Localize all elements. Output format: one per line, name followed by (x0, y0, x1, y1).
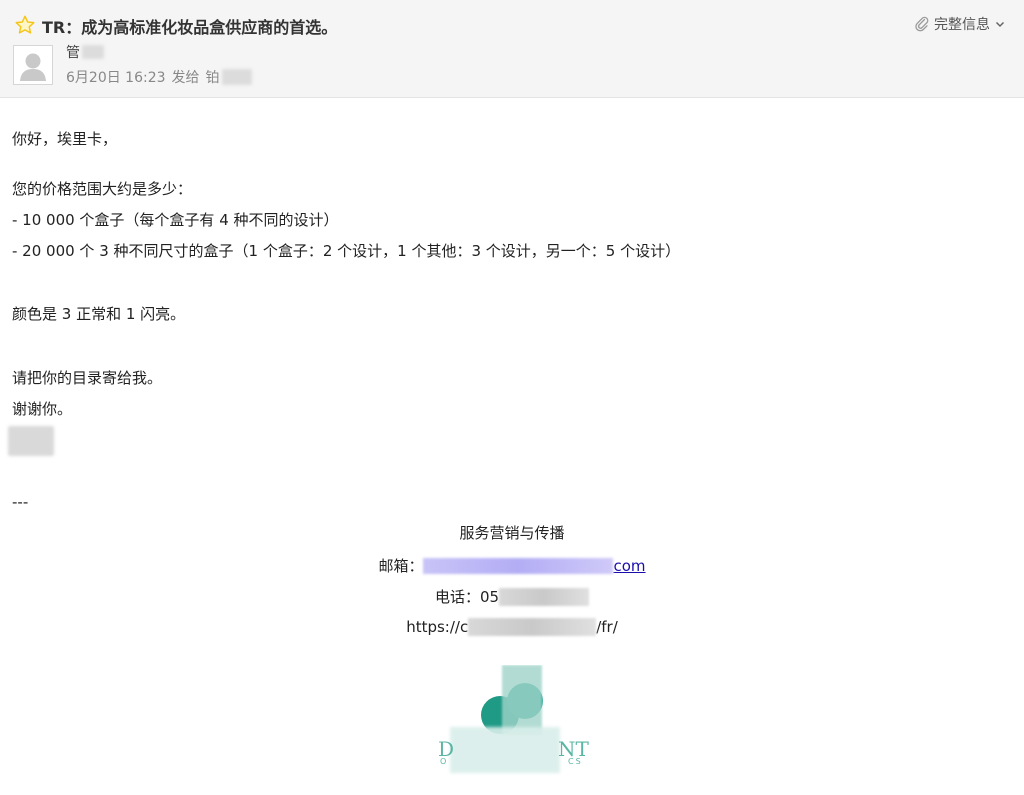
redacted-url (468, 618, 597, 636)
email-link[interactable]: com (613, 557, 645, 575)
separator: --- (12, 493, 29, 511)
logo-sub-left: O (440, 757, 449, 766)
body-line: 谢谢你。 (12, 400, 73, 418)
full-info-label: 完整信息 (934, 17, 990, 33)
signature-title: 服务营销与传播 (459, 524, 565, 542)
email-meta: 6月20日 16:23 发给 铂 (66, 67, 252, 87)
redacted-name (8, 426, 54, 456)
body-line: 请把你的目录寄给我。 (12, 369, 163, 387)
full-info-button[interactable]: 完整信息 (914, 14, 1006, 34)
sender-name[interactable]: 管 (66, 42, 104, 62)
redacted-sender (82, 45, 104, 59)
recipient-initial: 铂 (205, 70, 220, 86)
signature-email: 邮箱： com (0, 555, 1024, 576)
body-line: 您的价格范围大约是多少： (12, 180, 193, 198)
email-header: TR：成为高标准化妆品盒供应商的首选。 完整信息 管 6月20日 16:23 发… (0, 0, 1024, 98)
body-line: - 10 000 个盒子（每个盒子有 4 种不同的设计） (12, 211, 339, 229)
phone-label: 电话： (434, 588, 480, 606)
phone-prefix: 05 (479, 587, 500, 606)
user-icon (14, 46, 52, 84)
body-line: - 20 000 个 3 种不同尺寸的盒子（1 个盒子：2 个设计，1 个其他：… (12, 242, 681, 260)
redacted-recipient (221, 69, 252, 85)
signature-phone: 电话： 05 (0, 586, 1024, 607)
star-icon[interactable] (14, 14, 36, 36)
email-subject: TR：成为高标准化妆品盒供应商的首选。 (42, 18, 338, 37)
paperclip-icon (915, 16, 929, 32)
chevron-down-icon (995, 21, 1005, 28)
greeting: 你好，埃里卡， (12, 130, 118, 148)
avatar[interactable] (13, 45, 53, 85)
signature-website: https://c /fr/ (0, 618, 1024, 636)
redacted-email (423, 557, 614, 574)
email-label: 邮箱： (378, 557, 424, 575)
company-logo: D NT O CS (430, 665, 600, 777)
logo-sub-right: CS (568, 757, 583, 766)
url-prefix: https://c (406, 618, 469, 636)
email-date: 6月20日 16:23 (66, 70, 166, 86)
body-line: 颜色是 3 正常和 1 闪亮。 (12, 305, 186, 323)
url-suffix: /fr/ (596, 618, 618, 636)
sent-to-label: 发给 (171, 70, 200, 86)
redacted-phone (499, 587, 590, 606)
recipient[interactable]: 铂 (206, 67, 252, 87)
sender-initial: 管 (66, 45, 80, 61)
